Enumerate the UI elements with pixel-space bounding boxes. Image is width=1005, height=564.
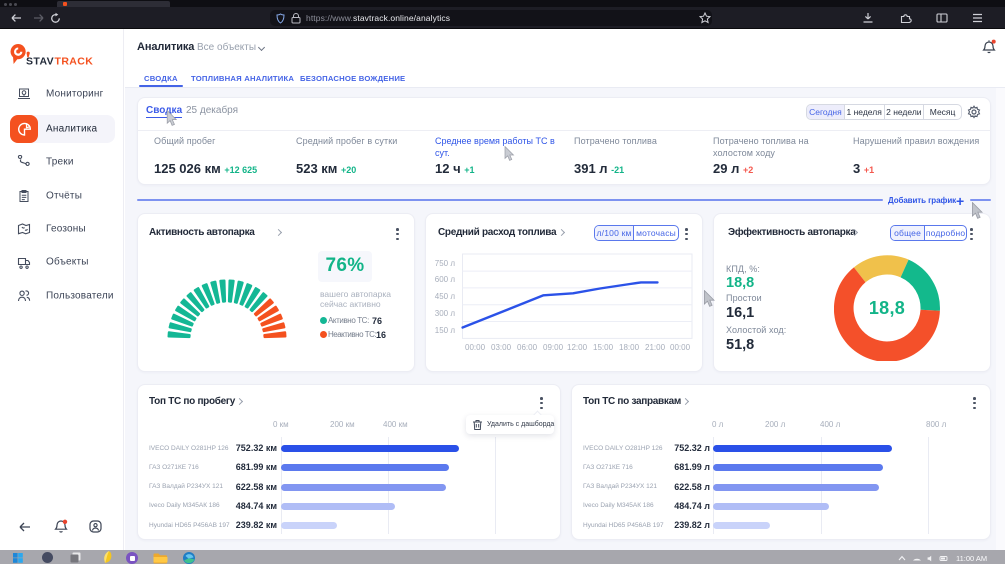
svg-text:STAV: STAV xyxy=(26,56,54,68)
svg-text:TRACK: TRACK xyxy=(55,56,94,68)
